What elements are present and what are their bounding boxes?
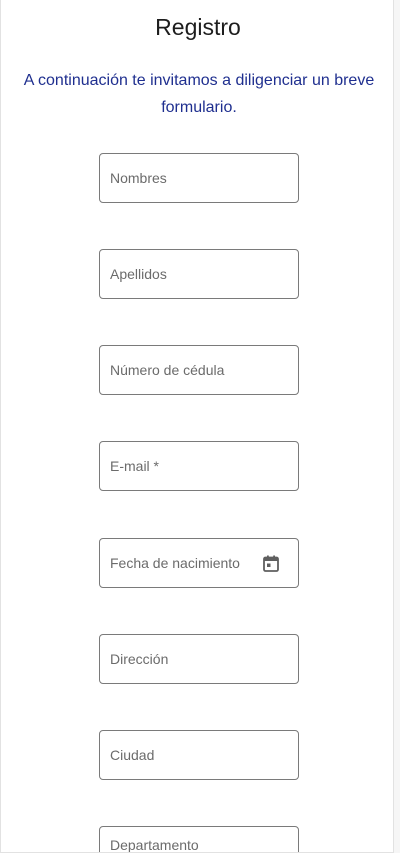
scrollbar-track[interactable] [394, 0, 400, 853]
ciudad-field[interactable]: Ciudad [99, 730, 299, 780]
ciudad-label: Ciudad [110, 747, 155, 763]
direccion-label: Dirección [110, 651, 169, 667]
cedula-field[interactable]: Número de cédula [99, 345, 299, 395]
registration-page: Registro A continuación te invitamos a d… [0, 0, 394, 853]
email-label: E-mail * [110, 458, 160, 474]
email-field[interactable]: E-mail * [99, 441, 299, 491]
birthdate-field[interactable]: Fecha de nacimiento [99, 538, 299, 588]
page-title: Registro [155, 14, 241, 40]
cedula-label: Número de cédula [110, 362, 225, 378]
apellidos-field[interactable]: Apellidos [99, 249, 299, 299]
apellidos-label: Apellidos [110, 266, 167, 282]
departamento-label: Departamento [110, 837, 199, 853]
calendar-icon[interactable] [263, 555, 279, 572]
nombres-label: Nombres [110, 170, 167, 186]
birthdate-label: Fecha de nacimiento [110, 555, 240, 571]
direccion-field[interactable]: Dirección [99, 634, 299, 684]
departamento-field[interactable]: Departamento [99, 826, 299, 853]
intro-text: A continuación te invitamos a diligencia… [23, 72, 375, 116]
nombres-field[interactable]: Nombres [99, 153, 299, 203]
